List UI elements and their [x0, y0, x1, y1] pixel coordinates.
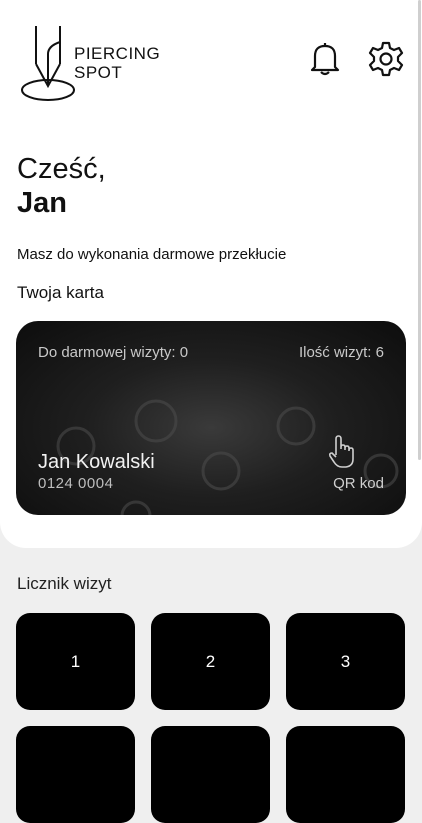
card-number: 0124 0004: [38, 475, 114, 492]
card-section-label: Twoja karta: [17, 283, 104, 302]
settings-button[interactable]: [368, 41, 404, 77]
top-panel: PIERCING SPOT Cześć, Jan Masz do wykonan…: [0, 0, 422, 548]
scrollbar[interactable]: [418, 0, 421, 460]
visit-tile[interactable]: [16, 726, 135, 823]
visit-tile[interactable]: [151, 726, 270, 823]
notifications-button[interactable]: [307, 41, 343, 77]
greeting-text: Cześć,: [17, 153, 106, 185]
card-holder-name: Jan Kowalski: [38, 451, 155, 473]
brand-name: PIERCING SPOT: [74, 44, 160, 82]
tap-hand-icon[interactable]: [327, 435, 355, 469]
loyalty-card[interactable]: Do darmowej wizyty: 0 Ilość wizyt: 6 Jan…: [16, 321, 406, 515]
brand-line1: PIERCING: [74, 44, 161, 63]
qr-code-button[interactable]: QR kod: [333, 475, 384, 492]
promo-text: Masz do wykonania darmowe przekłucie: [17, 246, 287, 263]
user-name: Jan: [17, 187, 67, 219]
visit-tile[interactable]: [286, 726, 405, 823]
gear-icon: [368, 41, 404, 77]
bell-icon: [310, 43, 340, 76]
visit-tile[interactable]: 3: [286, 613, 405, 710]
free-visit-counter: Do darmowej wizyty: 0: [38, 344, 189, 361]
visit-count: Ilość wizyt: 6: [298, 344, 384, 361]
visit-tile[interactable]: 2: [151, 613, 270, 710]
visit-tile[interactable]: 1: [16, 613, 135, 710]
visit-counter-title: Licznik wizyt: [17, 574, 112, 593]
brand-line2: SPOT: [74, 63, 123, 82]
